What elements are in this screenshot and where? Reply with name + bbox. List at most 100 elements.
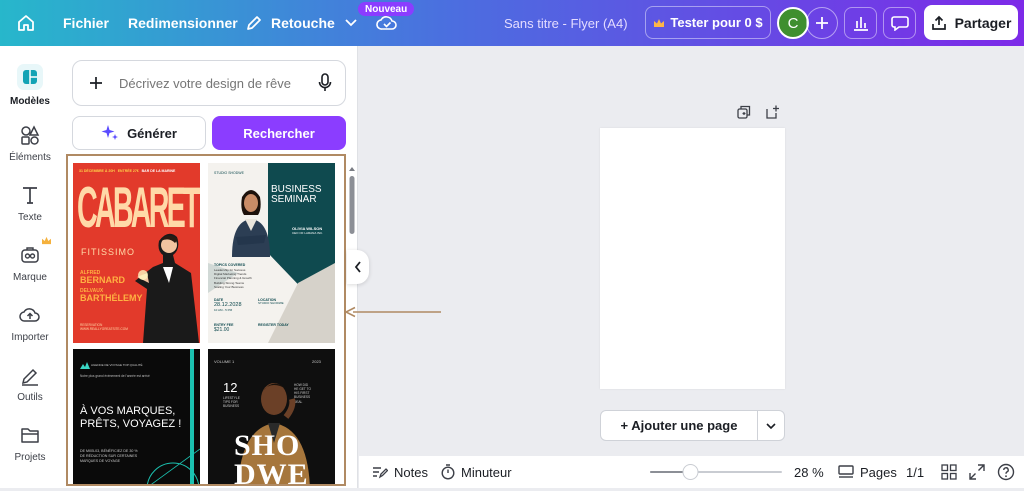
- try-pro-label: Tester pour 0 $: [670, 15, 763, 30]
- sidebar-label-texte: Texte: [18, 212, 42, 223]
- template-grid: 31 DÉCEMBRE À 20H ENTRÉE 27€ BAR DE LA M…: [66, 154, 346, 486]
- annotation-arrow: [345, 306, 441, 318]
- cabaret-venue: BAR DE LA MARINE: [141, 169, 176, 173]
- sidebar-label-marque: Marque: [13, 272, 47, 283]
- zoom-slider[interactable]: [650, 464, 782, 480]
- try-pro-button[interactable]: Tester pour 0 $: [645, 6, 771, 39]
- grid-view-icon: [941, 464, 957, 480]
- tools-icon: [19, 364, 41, 386]
- timer-button[interactable]: Minuteur: [441, 456, 512, 488]
- plus-icon: [815, 16, 829, 30]
- seminar-time-value: 10 AM - 5 PM: [214, 307, 233, 312]
- upload-icon: [19, 304, 41, 326]
- sidebar-label-outils: Outils: [17, 392, 43, 403]
- elements-icon: [19, 124, 41, 146]
- home-icon: [16, 13, 36, 33]
- text-icon: [19, 184, 41, 206]
- generate-button[interactable]: Générer: [72, 116, 206, 150]
- collapse-panel-button[interactable]: [347, 250, 369, 284]
- cabaret-subtitle: FITISSIMO: [81, 247, 135, 257]
- plus-icon[interactable]: [73, 61, 119, 105]
- avatar[interactable]: C: [777, 7, 809, 39]
- panel-scrollbar[interactable]: [349, 166, 355, 486]
- page-count: 1/1: [906, 464, 925, 480]
- cabaret-entry: ENTRÉE 27€: [117, 169, 139, 173]
- crown-icon: [41, 236, 52, 245]
- templates-panel: Générer Rechercher 31 DÉCEMBRE À 20H ENT…: [60, 46, 358, 488]
- sidebar-label-importer: Importer: [11, 332, 49, 343]
- template-cabaret[interactable]: 31 DÉCEMBRE À 20H ENTRÉE 27€ BAR DE LA M…: [73, 163, 200, 343]
- cabaret-illustration: [135, 233, 199, 343]
- pages-label: Pages: [860, 464, 897, 480]
- top-bar: Fichier Redimensionner Retouche Nouveau …: [0, 0, 1024, 46]
- pages-icon: [838, 465, 854, 479]
- seminar-topics-header: TOPICS COVERED: [214, 263, 246, 267]
- fullscreen-icon: [969, 464, 985, 480]
- seminar-topic: Scaling Your Business: [214, 284, 244, 289]
- pencil-icon: [245, 14, 263, 32]
- help-button[interactable]: [997, 456, 1015, 488]
- add-page-dropdown[interactable]: [757, 410, 785, 441]
- notes-button[interactable]: Notes: [372, 456, 428, 488]
- seminar-speaker-photo: [232, 190, 270, 257]
- folder-icon: [19, 424, 41, 446]
- crown-icon: [653, 18, 665, 28]
- add-page-icon[interactable]: [765, 104, 781, 120]
- sidebar-item-modeles[interactable]: Modèles: [0, 64, 60, 107]
- seminar-studio: STUDIO SHODWE: [214, 171, 244, 175]
- search-input[interactable]: [119, 75, 305, 91]
- seminar-topic: Financial Planning & Growth: [214, 276, 252, 281]
- cabaret-date: 31 DÉCEMBRE À 20H: [79, 169, 115, 173]
- chevron-down-icon: [345, 19, 357, 27]
- seminar-register-label: REGISTER TODAY: [258, 323, 289, 327]
- sidebar-item-texte[interactable]: Texte: [0, 184, 60, 223]
- template-business-seminar[interactable]: STUDIO SHODWE BUSINESS SEMINAR OLIVIA WI…: [208, 163, 335, 343]
- cloud-sync-button[interactable]: [376, 0, 400, 46]
- sidebar-label-projets: Projets: [14, 452, 46, 463]
- design-page[interactable]: [600, 128, 785, 389]
- microphone-icon[interactable]: [305, 61, 345, 105]
- share-button[interactable]: Partager: [924, 5, 1018, 40]
- seminar-speaker-role: CEO OF LARANA INC.: [292, 230, 324, 235]
- comments-button[interactable]: [883, 7, 916, 39]
- generate-label: Générer: [127, 125, 177, 141]
- menu-retouche-label: Retouche: [271, 15, 335, 31]
- zoom-value[interactable]: 28 %: [794, 456, 824, 488]
- search-button[interactable]: Rechercher: [212, 116, 346, 150]
- template-a-vos-marques[interactable]: AGENCE DE VOYAGE TOP QUALITÉ Notre plus …: [73, 349, 200, 484]
- bottom-bar: Notes Minuteur 28 % Pages 1/1: [359, 456, 1024, 488]
- add-page-button[interactable]: + Ajouter une page: [600, 410, 758, 441]
- sidebar-label-elements: Éléments: [9, 152, 51, 163]
- help-icon: [997, 463, 1015, 481]
- insights-button[interactable]: [844, 7, 877, 39]
- doc-title[interactable]: Sans titre - Flyer (A4): [504, 0, 628, 46]
- sidebar-item-projets[interactable]: Projets: [0, 424, 60, 463]
- shodwe-volume: VOLUME 1: [214, 359, 235, 364]
- design-search-box[interactable]: [72, 60, 346, 106]
- share-upload-icon: [931, 15, 947, 31]
- seminar-entry-value: $21.00: [214, 327, 230, 334]
- add-collaborator-button[interactable]: [806, 7, 838, 39]
- menu-fichier[interactable]: Fichier: [63, 0, 109, 46]
- seminar-location-value: STUDIO SHODWE: [258, 301, 284, 306]
- menu-redimensionner[interactable]: Redimensionner: [128, 0, 238, 46]
- templates-icon: [17, 64, 43, 90]
- bar-chart-icon: [852, 15, 870, 31]
- home-button[interactable]: [16, 0, 44, 46]
- template-shodwe[interactable]: VOLUME 1 2023 12 LIFESTYLE TIPS FOR BUSI…: [208, 349, 335, 484]
- timer-label: Minuteur: [461, 464, 512, 480]
- timer-icon: [441, 464, 455, 480]
- sidebar-item-elements[interactable]: Éléments: [0, 124, 60, 163]
- notes-label: Notes: [394, 464, 428, 480]
- sidebar-item-outils[interactable]: Outils: [0, 364, 60, 403]
- sidebar-item-importer[interactable]: Importer: [0, 304, 60, 343]
- duplicate-page-icon[interactable]: [736, 104, 752, 120]
- left-sidebar: Modèles Éléments Texte Marque Importer O…: [0, 46, 60, 488]
- shodwe-year: 2023: [312, 359, 321, 364]
- menu-retouche[interactable]: Retouche: [245, 0, 357, 46]
- fullscreen-button[interactable]: [969, 456, 985, 488]
- sidebar-item-marque[interactable]: Marque: [0, 236, 60, 283]
- chevron-left-icon: [354, 261, 362, 273]
- pages-button[interactable]: Pages: [838, 456, 897, 488]
- grid-view-button[interactable]: [941, 456, 957, 488]
